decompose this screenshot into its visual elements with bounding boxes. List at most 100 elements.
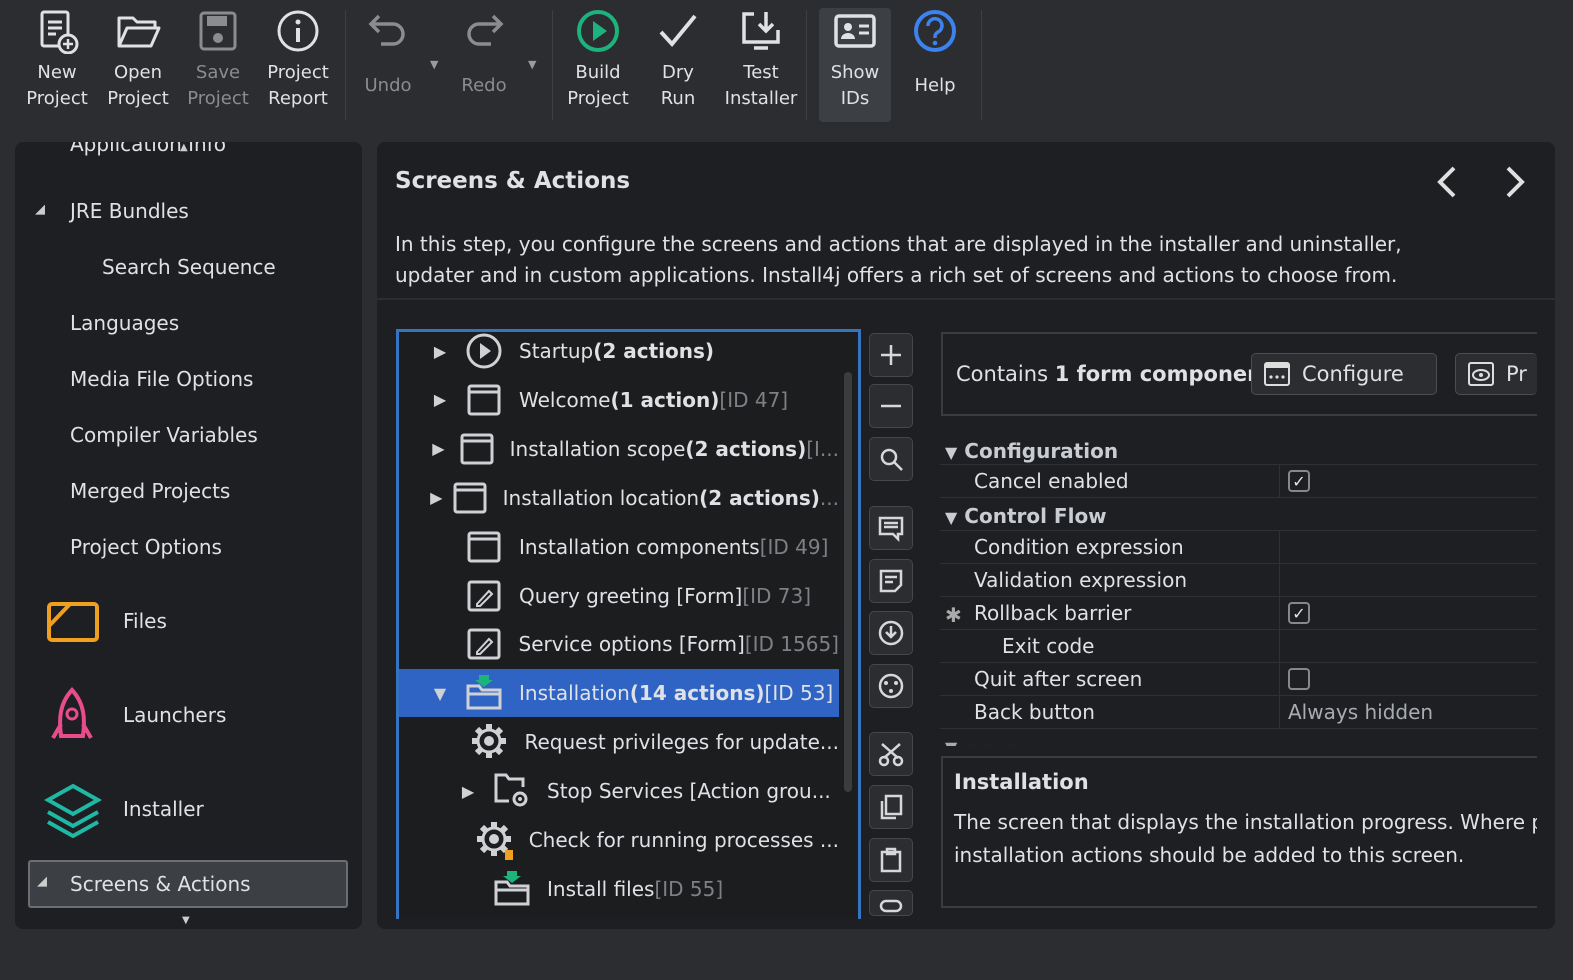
sidebar-section-screens-actions[interactable]: ◢ Screens & Actions (28, 860, 348, 908)
form-component-count: Contains 1 form component (956, 362, 1273, 386)
scroll-down-icon[interactable]: ▼ (182, 915, 190, 926)
tree-item[interactable]: ▶ Startup (2 actions) (399, 332, 839, 375)
toolbar-button-redo[interactable]: Redo (452, 8, 516, 122)
palette-button[interactable] (869, 664, 913, 708)
download-circle-button[interactable] (869, 611, 913, 655)
screen-icon (465, 528, 503, 566)
toolbar-button-build-project[interactable]: Build Project (564, 8, 632, 122)
expand-icon[interactable]: ▶ (429, 342, 451, 361)
property-back-button[interactable]: Back button Always hidden (940, 696, 1537, 729)
form-screen-icon (465, 625, 503, 663)
quit-after-screen-checkbox[interactable] (1288, 668, 1310, 690)
section-configuration[interactable]: ▼ Configuration (945, 439, 1118, 463)
copy-button[interactable] (869, 785, 913, 829)
tree-item[interactable]: ▶ Stop Services [Action grou... (399, 767, 839, 815)
back-arrow-icon[interactable] (1432, 164, 1462, 200)
sidebar-item-merged-projects[interactable]: Merged Projects (70, 479, 230, 503)
rocket-icon (51, 687, 93, 739)
property-validation-expression[interactable]: Validation expression (940, 564, 1537, 597)
link-icon (879, 899, 903, 913)
sidebar-item-jre-bundles[interactable]: JRE Bundles (70, 199, 189, 223)
expand-icon[interactable]: ▶ (457, 782, 479, 801)
action-group-icon (493, 772, 531, 810)
screens-tree[interactable]: ▶ Startup (2 actions) ▶ Welcome (1 action) … (396, 329, 861, 919)
tree-item[interactable]: ▶ Installation location (2 actions) ... (399, 474, 839, 522)
sidebar-item-media-file-options[interactable]: Media File Options (70, 367, 253, 391)
tree-item[interactable]: Installation components [ID 49] (399, 523, 839, 571)
configure-button[interactable]: Configure (1251, 353, 1437, 395)
toolbar-button-undo[interactable]: Undo (356, 8, 420, 122)
sidebar-item-search-sequence[interactable]: Search Sequence (102, 255, 276, 279)
sidebar-item-project-options[interactable]: Project Options (70, 535, 222, 559)
toolbar-button-test-installer[interactable]: Test Installer (724, 8, 798, 122)
separator (345, 10, 346, 120)
layers-icon (44, 783, 102, 838)
cancel-enabled-checkbox[interactable]: ✓ (1288, 470, 1310, 492)
expand-icon[interactable]: ▶ (429, 390, 451, 409)
toolbar-button-save-project[interactable]: Save Project (186, 8, 250, 122)
sidebar-item-compiler-variables[interactable]: Compiler Variables (70, 423, 258, 447)
paste-icon (880, 847, 902, 873)
screen-icon (460, 430, 494, 468)
folder-open-icon (117, 16, 161, 48)
sidebar: Application Info ▲ ◢ JRE Bundles Search … (15, 142, 362, 929)
sidebar-item-languages[interactable]: Languages (70, 311, 179, 335)
add-button[interactable] (869, 333, 913, 377)
redo-dropdown-icon[interactable]: ▼ (528, 58, 536, 71)
collapse-icon[interactable]: ◢ (35, 202, 45, 217)
scissors-button[interactable] (869, 732, 913, 776)
scroll-up-icon[interactable]: ▲ (180, 142, 188, 153)
redo-icon (467, 14, 504, 46)
tree-item[interactable]: Install files [ID 55] (399, 865, 839, 913)
expand-icon[interactable]: ▶ (429, 488, 443, 507)
property-rollback-barrier: Rollback barrier ✓ (940, 597, 1537, 630)
gear-icon (470, 723, 508, 761)
undo-dropdown-icon[interactable]: ▼ (430, 58, 438, 71)
toolbar-button-help[interactable]: Help (902, 8, 968, 122)
preview-button[interactable]: Pr (1455, 353, 1537, 395)
tree-item[interactable]: Query greeting [Form] [ID 73] (399, 572, 839, 620)
link-button[interactable] (869, 890, 913, 916)
remove-button[interactable] (869, 384, 913, 428)
tree-item[interactable]: Service options [Form] [ID 1565] (399, 620, 839, 668)
note-button[interactable] (869, 559, 913, 603)
sidebar-item-application-info[interactable]: Application Info (70, 142, 226, 156)
sidebar-section-installer[interactable]: Installer (123, 797, 204, 821)
info-icon (277, 10, 319, 52)
toolbar-button-open-project[interactable]: Open Project (106, 8, 170, 122)
toolbar-button-project-report[interactable]: Project Report (264, 8, 332, 122)
form-dots-icon (1264, 362, 1290, 386)
toolbar-button-show-ids[interactable]: Show IDs (819, 8, 891, 122)
forward-arrow-icon[interactable] (1500, 164, 1530, 200)
monitor-download-icon (742, 12, 780, 50)
expand-icon[interactable]: ▶ (429, 439, 448, 458)
id-card-icon (834, 14, 876, 48)
copy-icon (880, 794, 903, 820)
screen-icon (453, 479, 487, 517)
search-button[interactable] (869, 437, 913, 481)
tree-item[interactable]: Check for running processes ... (399, 816, 839, 864)
play-circle-icon (577, 10, 619, 52)
comment-button[interactable] (869, 506, 913, 550)
tree-item[interactable]: ▶ Welcome (1 action) [ID 47] (399, 376, 839, 424)
paste-button[interactable] (869, 838, 913, 882)
property-condition-expression[interactable]: Condition expression (940, 531, 1537, 564)
installation-folder-icon (493, 870, 531, 908)
separator (552, 10, 553, 120)
property-exit-code[interactable]: Exit code (940, 630, 1537, 663)
section-control-flow[interactable]: ▼ Control Flow (945, 504, 1107, 528)
collapse-icon[interactable]: ▼ (429, 684, 451, 703)
tree-item[interactable]: Request privileges for update... (399, 718, 839, 766)
rollback-barrier-checkbox[interactable]: ✓ (1288, 602, 1310, 624)
sidebar-section-files[interactable]: Files (123, 609, 167, 633)
search-icon (880, 448, 903, 471)
sidebar-section-launchers[interactable]: Launchers (123, 703, 226, 727)
collapse-icon: ◢ (37, 874, 47, 889)
tree-item[interactable]: ▼ Installation (14 actions) [ID 53] (399, 669, 839, 718)
toolbar-button-new-project[interactable]: New Project (24, 8, 90, 122)
separator (806, 10, 807, 120)
toolbar-button-dry-run[interactable]: Dry Run (648, 8, 708, 122)
tree-item[interactable]: ▶ Installation scope (2 actions) [I... (399, 425, 839, 473)
tree-scrollbar[interactable] (844, 372, 852, 792)
asterisk-icon: ✱ (945, 603, 962, 627)
